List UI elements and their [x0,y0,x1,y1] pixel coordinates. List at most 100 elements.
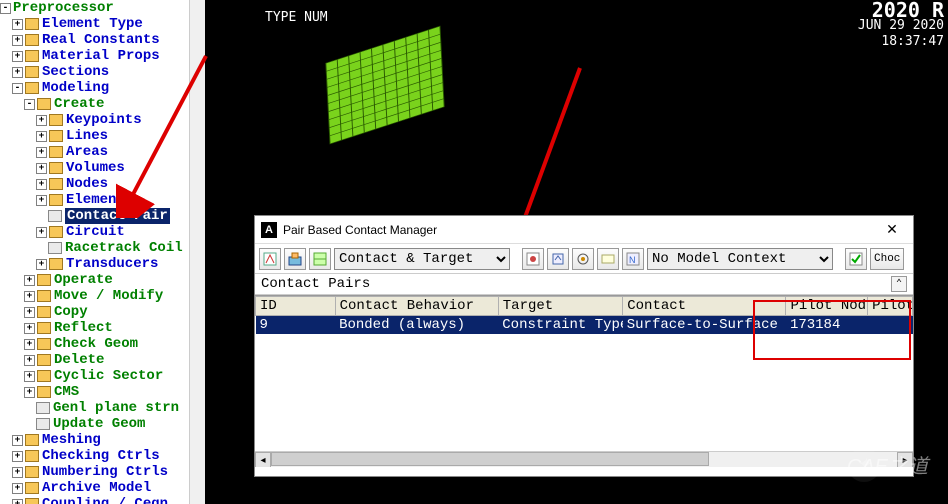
folder-icon [25,18,39,30]
tree-item[interactable]: Genl plane strn [0,400,205,416]
tree-scrollbar[interactable] [189,0,205,504]
expand-icon[interactable]: + [12,451,23,462]
tree-item[interactable]: +Areas [0,144,205,160]
tree-item[interactable]: Racetrack Coil [0,240,205,256]
tool-icon-7[interactable] [597,248,619,270]
collapse-list-icon[interactable]: ⌃ [891,276,907,292]
tree-item[interactable]: +Check Geom [0,336,205,352]
expand-icon[interactable]: + [12,51,23,62]
col-behavior[interactable]: Contact Behavior [335,297,498,316]
tree-item[interactable]: +Nodes [0,176,205,192]
tree-item[interactable]: +Keypoints [0,112,205,128]
display-select[interactable]: Contact & Target [334,248,510,270]
col-id[interactable]: ID [256,297,336,316]
collapse-icon[interactable]: - [0,3,11,14]
folder-icon [49,258,63,270]
expand-icon[interactable]: + [36,179,47,190]
tree-item[interactable]: +Operate [0,272,205,288]
col-pilot[interactable]: Pilot [868,297,913,316]
tree-item[interactable]: +Archive Model [0,480,205,496]
expand-icon[interactable]: + [36,259,47,270]
scroll-track[interactable] [271,452,897,467]
tree-item[interactable]: +Delete [0,352,205,368]
tree-item[interactable]: +Material Props [0,48,205,64]
tool-wizard-icon[interactable] [259,248,281,270]
scroll-thumb[interactable] [271,452,709,466]
tree-item[interactable]: +CMS [0,384,205,400]
tree-item[interactable]: +Move / Modify [0,288,205,304]
tree-item[interactable]: +Coupling / Ceqn [0,496,205,504]
tree-item[interactable]: +Copy [0,304,205,320]
folder-icon [25,82,39,94]
expand-icon[interactable]: + [24,387,35,398]
tool-icon-2[interactable] [284,248,306,270]
tool-icon-3[interactable] [309,248,331,270]
cell-behavior: Bonded (always) [335,316,498,335]
tree-item[interactable]: +Meshing [0,432,205,448]
expand-icon[interactable]: + [12,435,23,446]
expand-icon[interactable]: + [36,131,47,142]
tree-item-label: Element Type [42,16,143,32]
tool-settings-icon[interactable] [572,248,594,270]
collapse-icon[interactable]: - [12,83,23,94]
tree-item[interactable]: + Element Type [0,16,205,32]
scroll-left-icon[interactable]: ◂ [255,452,271,467]
tree-item[interactable]: +Elements [0,192,205,208]
tree-item-label: Create [54,96,104,112]
col-target[interactable]: Target [498,297,622,316]
tree-item[interactable]: +Cyclic Sector [0,368,205,384]
choc-button[interactable]: Choc [870,248,904,270]
tree-item[interactable]: +Lines [0,128,205,144]
tree-item[interactable]: +Transducers [0,256,205,272]
col-contact[interactable]: Contact [623,297,786,316]
tree-item[interactable]: +Circuit [0,224,205,240]
svg-text:N: N [629,255,636,265]
close-button[interactable]: ✕ [877,220,907,240]
tree-item[interactable]: +Checking Ctrls [0,448,205,464]
expand-icon[interactable]: + [24,307,35,318]
expand-icon[interactable]: + [36,163,47,174]
expand-icon[interactable]: + [24,371,35,382]
expand-icon[interactable]: + [12,19,23,30]
expand-icon[interactable]: + [24,355,35,366]
tree-item[interactable]: - Create [0,96,205,112]
tree-item[interactable]: +Real Constants [0,32,205,48]
collapse-icon[interactable]: - [24,99,35,110]
context-select[interactable]: No Model Context [647,248,833,270]
tree-item[interactable]: Contact Pair [0,208,205,224]
folder-icon [37,98,51,110]
expand-icon[interactable]: + [24,291,35,302]
expand-icon[interactable]: + [12,499,23,504]
leaf-icon [48,242,62,254]
tree-item[interactable]: +Numbering Ctrls [0,464,205,480]
expand-icon[interactable]: + [24,339,35,350]
col-pilot-node[interactable]: Pilot Node [786,297,868,316]
expand-icon[interactable]: + [12,35,23,46]
folder-icon [37,370,51,382]
expand-icon[interactable]: + [12,467,23,478]
expand-icon[interactable]: + [12,67,23,78]
tree-item[interactable]: -Modeling [0,80,205,96]
expand-icon[interactable]: + [36,227,47,238]
tool-icon-8[interactable]: N [622,248,644,270]
tree-item[interactable]: Update Geom [0,416,205,432]
expand-icon[interactable]: + [36,195,47,206]
table-h-scrollbar[interactable]: ◂ ▸ [255,451,913,467]
tool-check-icon[interactable] [845,248,867,270]
expand-icon[interactable]: + [24,323,35,334]
tree-item[interactable]: +Sections [0,64,205,80]
cell-pilot-node: 173184 [786,316,868,335]
tool-plot-icon[interactable] [522,248,544,270]
expand-icon[interactable]: + [24,275,35,286]
tree-item[interactable]: +Volumes [0,160,205,176]
dialog-titlebar[interactable]: A Pair Based Contact Manager ✕ [255,216,913,244]
tree-item[interactable]: +Reflect [0,320,205,336]
list-title: Contact Pairs [261,276,370,292]
table-row[interactable]: 9 Bonded (always) Constraint Type Surfac… [256,316,913,335]
tree-root[interactable]: - Preprocessor [0,0,205,16]
expand-icon[interactable]: + [12,483,23,494]
tool-icon-5[interactable] [547,248,569,270]
folder-icon [37,274,51,286]
expand-icon[interactable]: + [36,147,47,158]
expand-icon[interactable]: + [36,115,47,126]
